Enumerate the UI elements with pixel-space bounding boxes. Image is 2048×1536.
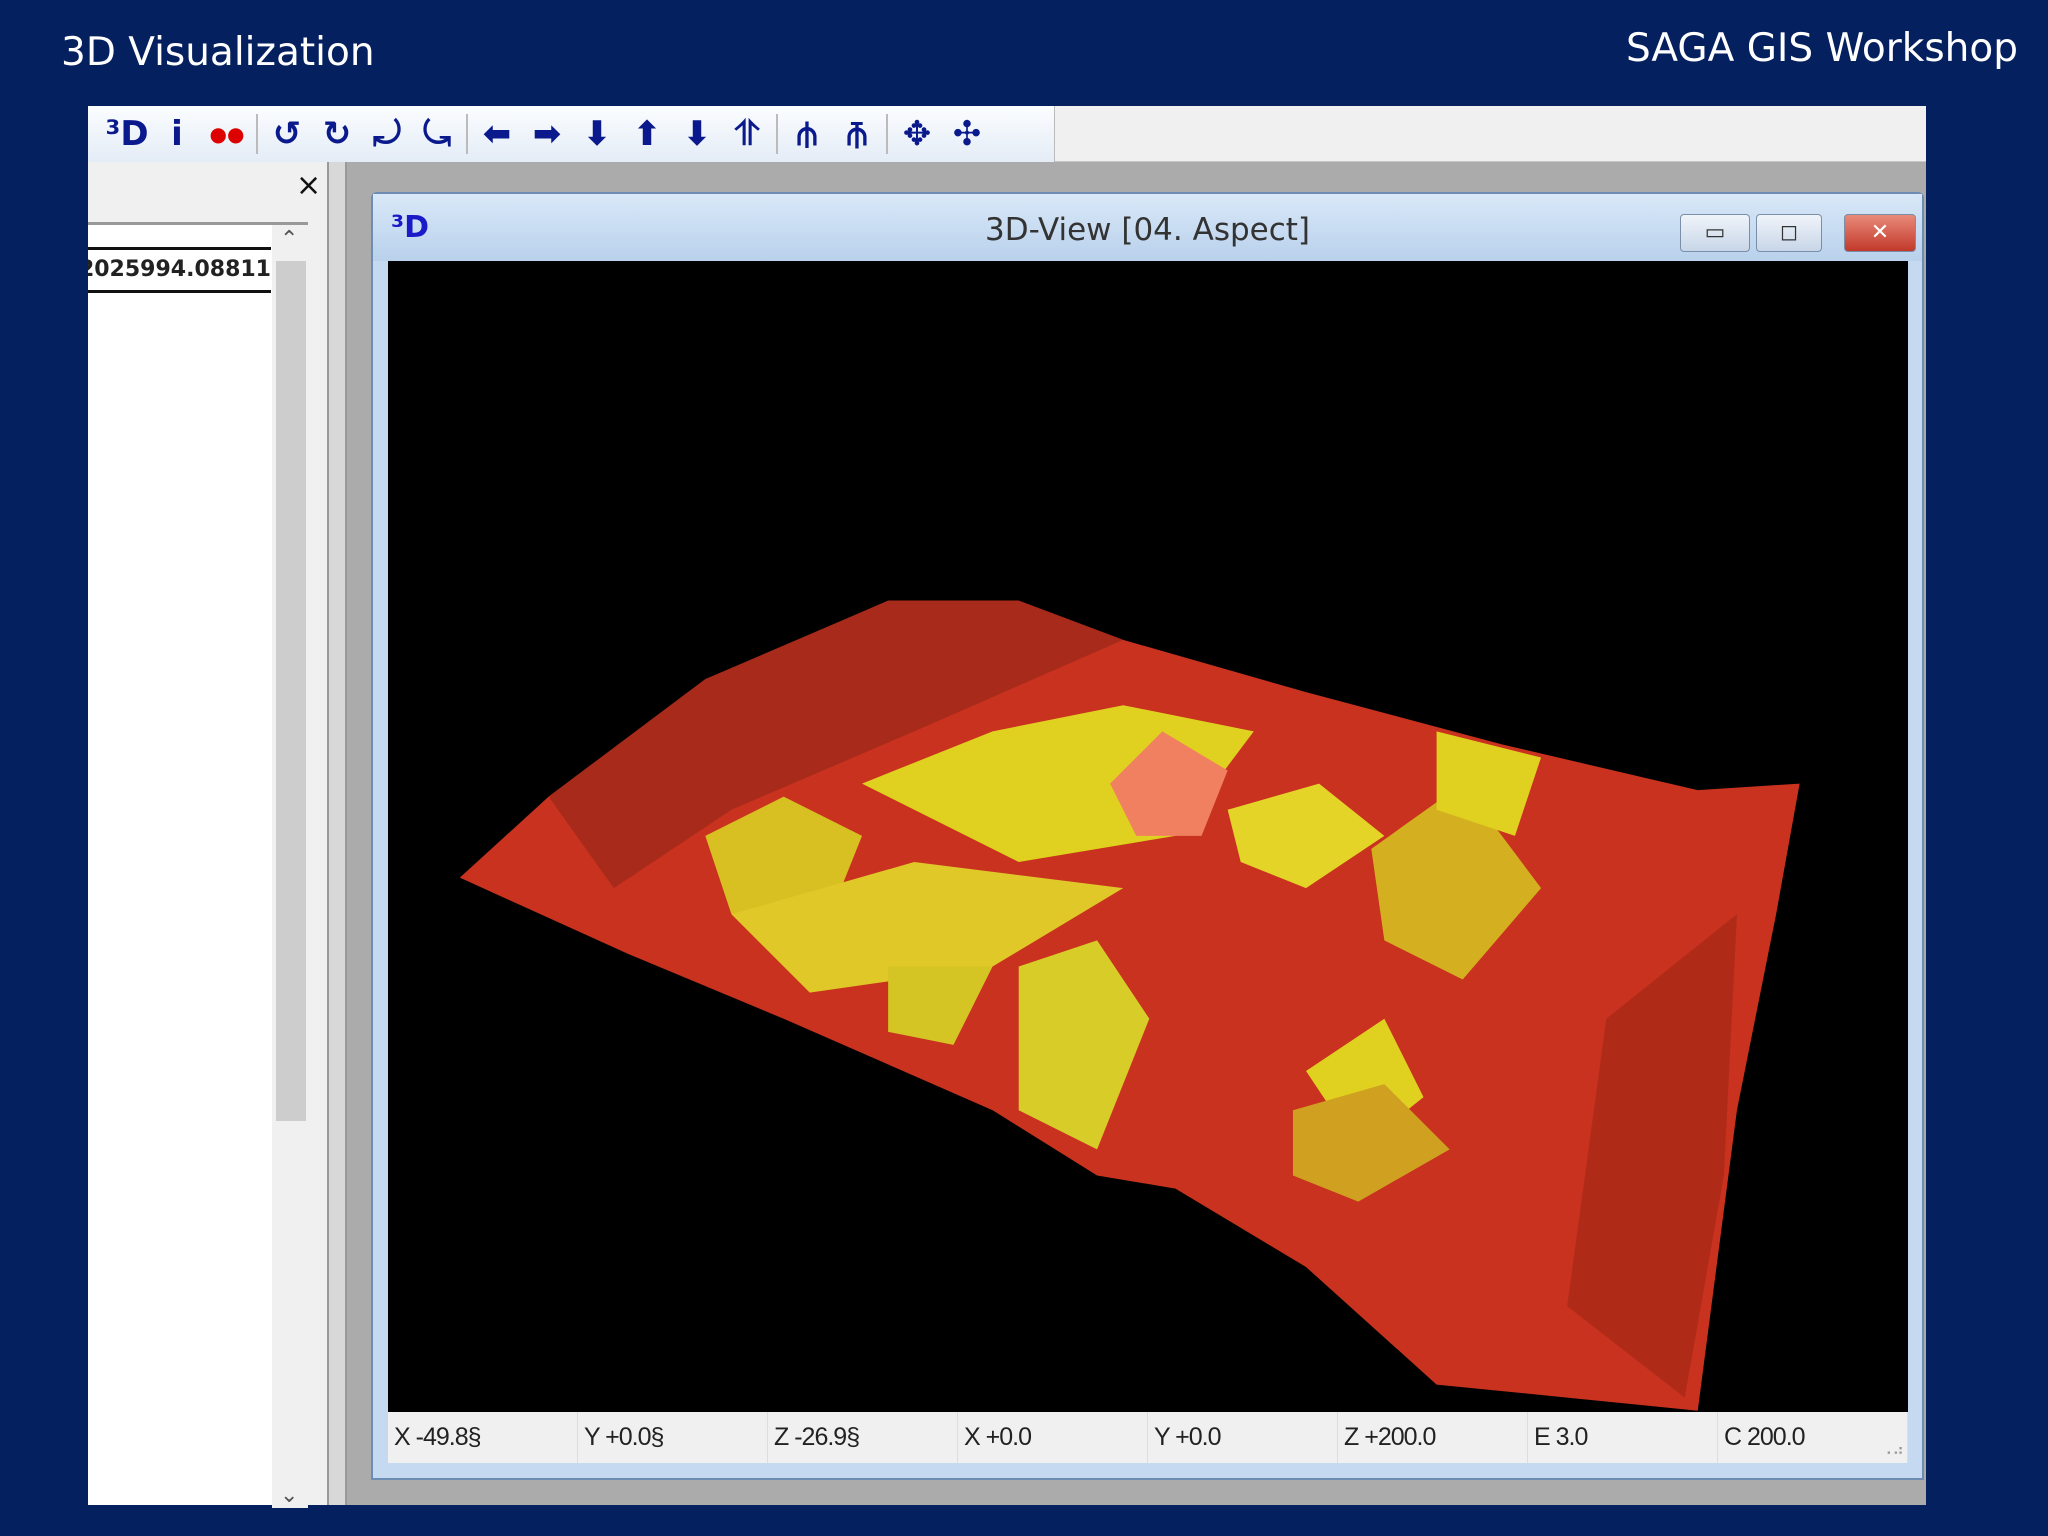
status-field: X -49.8§ — [388, 1412, 578, 1463]
toolbar-separator — [256, 114, 258, 154]
colors-icon: ●● — [209, 122, 245, 146]
arrow-down-button[interactable]: ⬇ — [572, 111, 622, 157]
arrow-right-icon: ➡ — [532, 114, 562, 154]
rotate-left-icon: ↺ — [272, 114, 302, 154]
colors-button[interactable]: ●● — [202, 111, 252, 157]
arrow-left-button[interactable]: ⬅ — [472, 111, 522, 157]
zoom-out-icon: ✣ — [952, 114, 982, 154]
close-icon[interactable]: × — [296, 168, 321, 203]
status-bar: X -49.8§ Y +0.0§ Z -26.9§ X +0.0 Y +0.0 Z +20… — [388, 1412, 1908, 1463]
zoom-out-button[interactable]: ✣ — [942, 111, 992, 157]
minimize-button[interactable]: ▭ — [1680, 214, 1750, 252]
exaggeration-decrease-icon: ⫛ — [796, 114, 818, 154]
saga-app: ³D i ●● ↺ ↻ ⤾ ⤿ ⬅ ➡ ⬇ ⬆ ⬇ ⥣ ⫛ ⫚ ✥ ✣ × x 2025994.08811 ⌃ … — [88, 106, 1926, 1508]
exaggeration-increase-button[interactable]: ⫚ — [832, 111, 882, 157]
vertical-scrollbar[interactable]: ⌃ ⌄ — [272, 225, 308, 1508]
rotate-right-button[interactable]: ↻ — [312, 111, 362, 157]
resize-grip-icon[interactable]: ⠠⠴ — [1881, 1440, 1904, 1459]
status-field: Z -26.9§ — [768, 1412, 958, 1463]
arrow-left-icon: ⬅ — [482, 114, 512, 154]
status-field: E 3.0 — [1528, 1412, 1718, 1463]
toolbar-separator — [886, 114, 888, 154]
status-field: Z +200.0 — [1338, 1412, 1528, 1463]
tilt-down-icon: ⤾ — [372, 114, 402, 154]
status-field: Y +0.0§ — [578, 1412, 768, 1463]
status-field: C 200.0 — [1718, 1412, 1908, 1463]
move-up-icon: ⥣ — [734, 114, 760, 154]
rotate-left-button[interactable]: ↺ — [262, 111, 312, 157]
toolbar-separator — [466, 114, 468, 154]
arrow-up-button[interactable]: ⬆ — [622, 111, 672, 157]
3d-view-window: ³D 3D-View [04. Aspect] ▭ ◻ ✕ X -49.8§ Y … — [371, 192, 1924, 1480]
terrain-render — [459, 600, 1800, 1411]
info-button[interactable]: i — [152, 111, 202, 157]
arrow-right-button[interactable]: ➡ — [522, 111, 572, 157]
3d-button[interactable]: ³D — [102, 111, 152, 157]
status-field: X +0.0 — [958, 1412, 1148, 1463]
maximize-button[interactable]: ◻ — [1756, 214, 1822, 252]
chevron-down-icon[interactable]: ⌄ — [280, 1483, 298, 1508]
splitter[interactable] — [327, 162, 347, 1505]
toolbar: ³D i ●● ↺ ↻ ⤾ ⤿ ⬅ ➡ ⬇ ⬆ ⬇ ⥣ ⫛ ⫚ ✥ ✣ — [88, 106, 1926, 162]
rotate-right-icon: ↻ — [322, 114, 352, 154]
tilt-up-button[interactable]: ⤿ — [412, 111, 462, 157]
3d-icon: ³D — [105, 114, 149, 154]
slide-brand: SAGA GIS Workshop — [1625, 26, 2018, 71]
info-icon: i — [171, 114, 183, 154]
chevron-up-icon[interactable]: ⌃ — [280, 227, 298, 252]
move-up-button[interactable]: ⥣ — [722, 111, 772, 157]
window-titlebar[interactable]: ³D 3D-View [04. Aspect] ▭ ◻ ✕ — [373, 194, 1922, 261]
move-down-icon: ⬇ — [682, 114, 712, 154]
zoom-in-icon: ✥ — [902, 114, 932, 154]
toolbar-separator — [776, 114, 778, 154]
move-down-button[interactable]: ⬇ — [672, 111, 722, 157]
left-panel: × x 2025994.08811 ⌃ ⌄ — [88, 162, 327, 1508]
tilt-down-button[interactable]: ⤾ — [362, 111, 412, 157]
close-button[interactable]: ✕ — [1844, 214, 1916, 252]
slide-title: 3D Visualization — [61, 30, 375, 75]
exaggeration-increase-icon: ⫚ — [846, 114, 868, 154]
arrow-up-icon: ⬆ — [632, 114, 662, 154]
scrollbar-thumb[interactable] — [276, 261, 306, 1121]
panel-body: x 2025994.08811 ⌃ ⌄ — [88, 222, 308, 1508]
tilt-up-icon: ⤿ — [422, 114, 452, 154]
arrow-down-icon: ⬇ — [582, 114, 612, 154]
3d-canvas[interactable] — [388, 261, 1908, 1412]
coordinate-value: x 2025994.08811 — [88, 247, 271, 293]
zoom-in-button[interactable]: ✥ — [892, 111, 942, 157]
3d-toolbar: ³D i ●● ↺ ↻ ⤾ ⤿ ⬅ ➡ ⬇ ⬆ ⬇ ⥣ ⫛ ⫚ ✥ ✣ — [88, 106, 1055, 162]
status-field: Y +0.0 — [1148, 1412, 1338, 1463]
exaggeration-decrease-button[interactable]: ⫛ — [782, 111, 832, 157]
